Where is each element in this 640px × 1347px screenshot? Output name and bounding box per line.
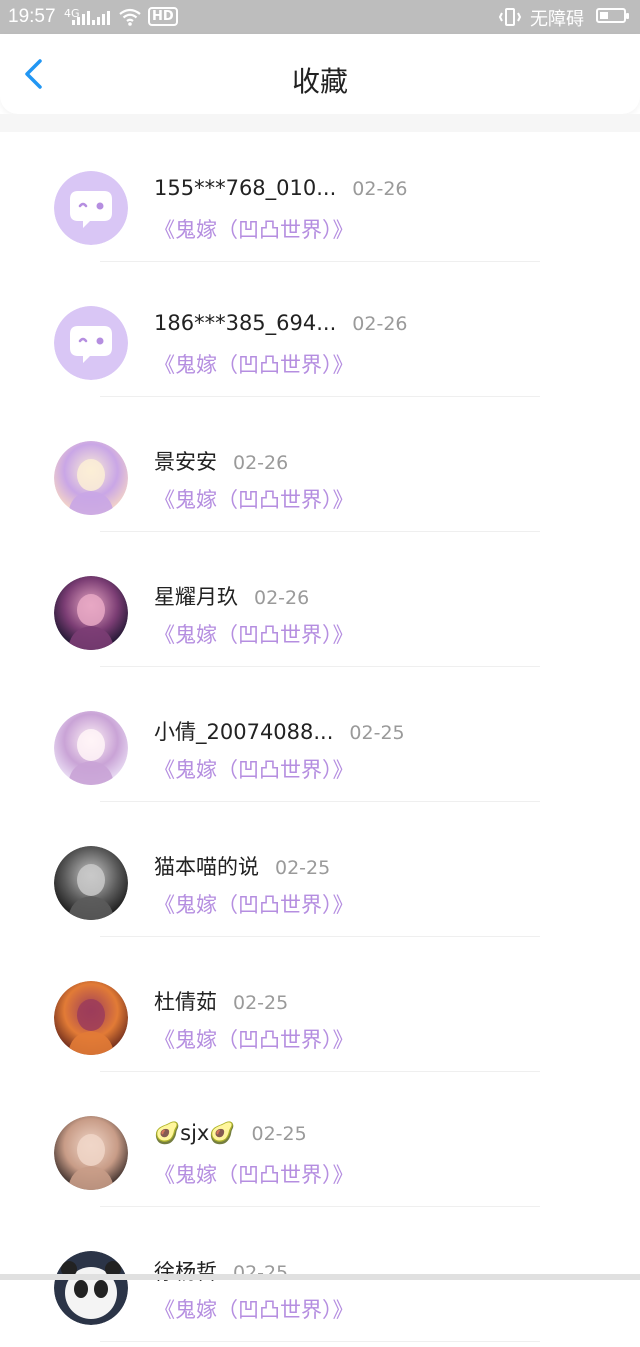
favorite-item[interactable]: 🥑sjx🥑 02-25 《鬼嫁（凹凸世界）》 [0,1077,640,1212]
favorite-item[interactable]: 星耀月玖 02-26 《鬼嫁（凹凸世界）》 [0,537,640,672]
user-avatar[interactable] [54,846,128,920]
favorite-date: 02-25 [349,722,405,744]
favorite-item[interactable]: 猫本喵的说 02-25 《鬼嫁（凹凸世界）》 [0,807,640,942]
bottom-edge [0,1274,640,1280]
book-title-link[interactable]: 《鬼嫁（凹凸世界）》 [154,214,354,244]
user-name[interactable]: 小倩_20074088... [154,720,333,744]
user-name[interactable]: 杜倩茹 [154,990,217,1014]
status-bar: 19:57 4G HD 无障碍 [0,0,640,34]
signal-strength-icon [72,9,90,25]
user-name-line: 猫本喵的说 02-25 [154,851,330,881]
row-divider [100,1341,540,1342]
accessibility-label: 无障碍 [530,9,584,30]
favorite-date: 02-26 [352,313,408,335]
book-title-link[interactable]: 《鬼嫁（凹凸世界）》 [154,619,354,649]
book-title-link[interactable]: 《鬼嫁（凹凸世界）》 [154,484,354,514]
favorite-item[interactable]: 杜倩茹 02-25 《鬼嫁（凹凸世界）》 [0,942,640,1077]
book-title-link[interactable]: 《鬼嫁（凹凸世界）》 [154,754,354,784]
user-avatar[interactable] [54,441,128,515]
user-name-line: 徐杨哲 02-25 [154,1256,288,1286]
user-name-line: 155***768_010... 02-26 [154,176,408,200]
book-title-link[interactable]: 《鬼嫁（凹凸世界）》 [154,889,354,919]
row-divider [100,666,540,667]
user-name[interactable]: 155***768_010... [154,176,336,200]
favorite-item[interactable]: 186***385_694... 02-26 《鬼嫁（凹凸世界）》 [0,267,640,402]
user-name[interactable]: 猫本喵的说 [154,855,259,879]
favorite-date: 02-25 [251,1123,307,1145]
header: 收藏 [0,34,640,114]
user-avatar[interactable] [54,1251,128,1325]
battery-icon [596,8,629,23]
hd-badge: HD [148,7,178,26]
favorites-list: 155***768_010... 02-26 《鬼嫁（凹凸世界）》 186***385… [0,132,640,1347]
row-divider [100,936,540,937]
book-title-link[interactable]: 《鬼嫁（凹凸世界）》 [154,349,354,379]
user-avatar[interactable] [54,171,128,245]
user-avatar[interactable] [54,576,128,650]
row-divider [100,1206,540,1207]
battery-fill [600,12,608,19]
row-divider [100,1071,540,1072]
header-separator [0,114,640,132]
row-divider [100,396,540,397]
user-name-line: 186***385_694... 02-26 [154,311,408,335]
row-divider [100,801,540,802]
user-name-line: 小倩_20074088... 02-25 [154,716,405,746]
favorite-date: 02-25 [233,1262,289,1284]
user-avatar[interactable] [54,711,128,785]
favorite-date: 02-25 [275,857,331,879]
user-name[interactable]: 景安安 [154,450,217,474]
user-name-line: 🥑sjx🥑 02-25 [154,1121,307,1146]
wifi-icon [119,8,141,26]
user-avatar[interactable] [54,981,128,1055]
user-name[interactable]: 🥑sjx🥑 [154,1121,236,1145]
row-divider [100,531,540,532]
vibrate-icon [498,8,522,26]
favorite-date: 02-26 [352,178,408,200]
favorite-item[interactable]: 小倩_20074088... 02-25 《鬼嫁（凹凸世界）》 [0,672,640,807]
signal-strength-icon-2 [92,9,110,25]
user-name[interactable]: 186***385_694... [154,311,336,335]
row-divider [100,261,540,262]
status-time: 19:57 [8,6,56,27]
favorite-date: 02-26 [233,452,289,474]
user-name[interactable]: 星耀月玖 [154,585,238,609]
favorite-date: 02-25 [233,992,289,1014]
user-avatar[interactable] [54,1116,128,1190]
user-name-line: 杜倩茹 02-25 [154,986,288,1016]
book-title-link[interactable]: 《鬼嫁（凹凸世界）》 [154,1024,354,1054]
user-name-line: 景安安 02-26 [154,446,288,476]
user-name-line: 星耀月玖 02-26 [154,581,309,611]
favorite-item[interactable]: 景安安 02-26 《鬼嫁（凹凸世界）》 [0,402,640,537]
book-title-link[interactable]: 《鬼嫁（凹凸世界）》 [154,1294,354,1324]
user-avatar[interactable] [54,306,128,380]
favorite-date: 02-26 [254,587,310,609]
book-title-link[interactable]: 《鬼嫁（凹凸世界）》 [154,1159,354,1189]
page-title: 收藏 [291,65,348,98]
favorite-item[interactable]: 155***768_010... 02-26 《鬼嫁（凹凸世界）》 [0,132,640,267]
user-name[interactable]: 徐杨哲 [154,1260,217,1284]
